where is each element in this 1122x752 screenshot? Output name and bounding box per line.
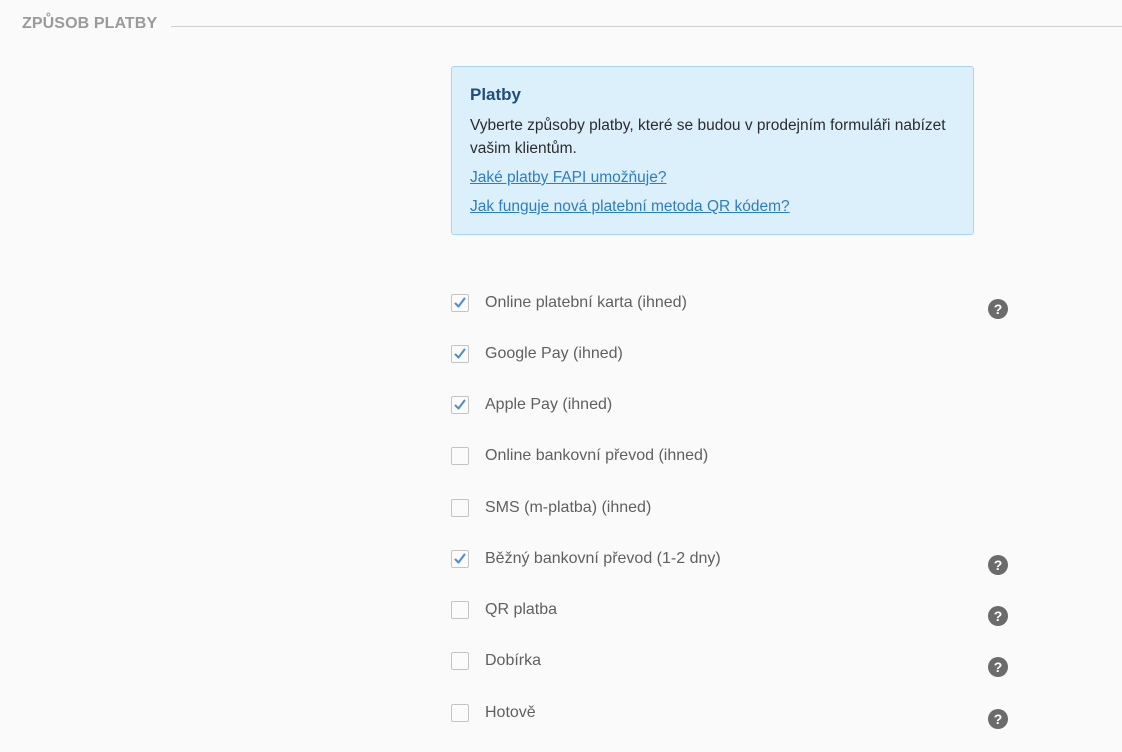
- method-label: Hotově: [485, 704, 536, 721]
- section-title: ZPŮSOB PLATBY: [22, 15, 158, 32]
- checkmark-icon: [454, 297, 466, 308]
- checkbox-online-card[interactable]: [451, 294, 469, 312]
- checkbox-cash[interactable]: [451, 704, 469, 722]
- method-row-cod: Dobírka ?: [451, 650, 1021, 677]
- help-icon[interactable]: ?: [988, 709, 1008, 729]
- method-label: SMS (m-platba) (ihned): [485, 499, 652, 516]
- checkbox-bank-transfer[interactable]: [451, 550, 469, 568]
- method-row-cash: Hotově ?: [451, 702, 1021, 729]
- checkbox-google-pay[interactable]: [451, 345, 469, 363]
- help-icon[interactable]: ?: [988, 555, 1008, 575]
- checkmark-icon: [454, 348, 466, 359]
- method-row-sms: SMS (m-platba) (ihned): [451, 497, 1021, 521]
- help-icon[interactable]: ?: [988, 299, 1008, 319]
- link-fapi-payments[interactable]: Jaké platby FAPI umožňuje?: [470, 166, 955, 189]
- info-text: Vyberte způsoby platby, které se budou v…: [470, 117, 946, 157]
- checkbox-sms[interactable]: [451, 499, 469, 517]
- info-title: Platby: [470, 85, 522, 104]
- method-row-google-pay: Google Pay (ihned): [451, 343, 1021, 367]
- method-label: Běžný bankovní převod (1-2 dny): [485, 550, 721, 567]
- help-icon[interactable]: ?: [988, 657, 1008, 677]
- method-row-bank-transfer: Běžný bankovní převod (1-2 dny) ?: [451, 548, 1021, 575]
- method-label: Online bankovní převod (ihned): [485, 447, 709, 464]
- checkbox-online-bank-transfer[interactable]: [451, 447, 469, 465]
- method-label: Google Pay (ihned): [485, 345, 623, 362]
- info-box: Platby Vyberte způsoby platby, které se …: [451, 66, 974, 235]
- checkbox-apple-pay[interactable]: [451, 396, 469, 414]
- method-row-bank-transfer-online: Online bankovní převod (ihned): [451, 445, 1021, 469]
- payment-methods-page: ZPŮSOB PLATBY Platby Vyberte způsoby pla…: [0, 0, 1122, 752]
- method-row-qr: QR platba ?: [451, 599, 1021, 626]
- link-qr-payment-info[interactable]: Jak funguje nová platební metoda QR kóde…: [470, 195, 955, 218]
- checkbox-qr-payment[interactable]: [451, 601, 469, 619]
- checkbox-cash-on-delivery[interactable]: [451, 652, 469, 670]
- method-label: Apple Pay (ihned): [485, 396, 613, 413]
- checkmark-icon: [454, 399, 466, 410]
- method-row-apple-pay: Apple Pay (ihned): [451, 394, 1021, 418]
- method-label: QR platba: [485, 601, 558, 618]
- method-row-card: Online platební karta (ihned) ?: [451, 292, 1021, 319]
- method-label: Dobírka: [485, 652, 542, 669]
- section-divider: [171, 26, 1122, 27]
- help-icon[interactable]: ?: [988, 606, 1008, 626]
- method-label: Online platební karta (ihned): [485, 294, 687, 311]
- checkmark-icon: [454, 553, 466, 564]
